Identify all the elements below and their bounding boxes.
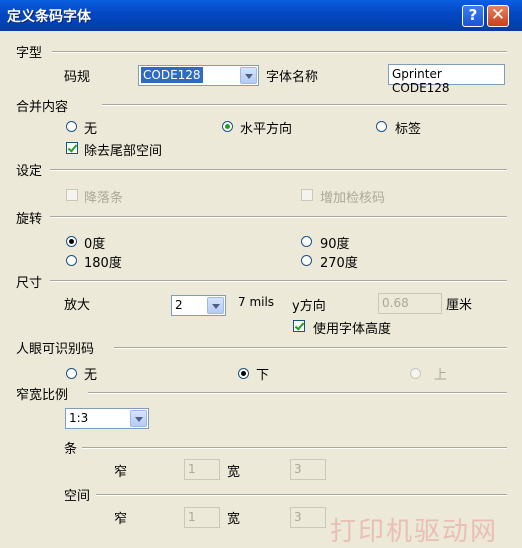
code-select-value: CODE128: [141, 67, 203, 83]
y-direction-field[interactable]: 0.68: [378, 293, 442, 314]
space-wide-field[interactable]: 3: [290, 507, 326, 528]
scale-select-value: 2: [175, 298, 183, 312]
code-label: 码规: [64, 70, 91, 85]
section-ratio-divider: [88, 392, 507, 394]
merge-horizontal-radio[interactable]: [222, 121, 233, 132]
ratio-select[interactable]: 1:3: [65, 408, 149, 429]
use-font-height-checkbox[interactable]: [293, 320, 305, 332]
drop-bar-checkbox[interactable]: [66, 189, 78, 201]
help-button[interactable]: ?: [462, 5, 484, 27]
rotation-0-label: 0度: [84, 237, 106, 252]
rotation-270-label: 270度: [320, 256, 358, 271]
merge-none-label: 无: [84, 122, 98, 137]
merge-label-radio[interactable]: [376, 121, 387, 132]
bar-label: 条: [64, 442, 78, 457]
trim-trailing-label: 除去尾部空间: [84, 144, 163, 159]
human-none-radio[interactable]: [66, 368, 77, 379]
space-narrow-field[interactable]: 1: [184, 507, 220, 528]
section-human-readable-divider: [114, 347, 507, 349]
window-title: 定义条码字体: [7, 9, 91, 25]
rotation-180-label: 180度: [84, 256, 122, 271]
section-merge-divider: [102, 104, 507, 106]
section-merge-label: 合并内容: [16, 100, 69, 115]
close-button[interactable]: ✕: [487, 5, 509, 27]
bar-divider: [82, 447, 507, 449]
section-type-divider: [52, 51, 507, 53]
title-bar: 定义条码字体 ? ✕: [0, 0, 522, 31]
y-direction-label: y方向: [292, 299, 326, 314]
rotation-180-radio[interactable]: [66, 255, 77, 266]
human-below-label: 下: [256, 368, 270, 383]
drop-bar-label: 降落条: [84, 191, 124, 206]
section-settings-divider: [50, 169, 507, 171]
mils-label: 7 mils: [238, 295, 275, 309]
chevron-down-icon[interactable]: [207, 297, 224, 314]
section-size-label: 尺寸: [16, 276, 43, 291]
unit-label: 厘米: [446, 298, 473, 313]
space-label: 空间: [64, 489, 91, 504]
space-divider: [96, 494, 507, 496]
human-none-label: 无: [84, 368, 98, 383]
space-narrow-label: 窄: [114, 512, 128, 527]
font-name-field[interactable]: Gprinter CODE128: [388, 64, 505, 95]
section-size-divider: [50, 280, 507, 282]
merge-horizontal-label: 水平方向: [240, 122, 293, 137]
space-wide-label: 宽: [227, 512, 241, 527]
chevron-down-icon[interactable]: [240, 67, 257, 84]
section-ratio-label: 窄宽比例: [16, 388, 69, 403]
section-type-label: 字型: [16, 46, 43, 61]
rotation-270-radio[interactable]: [301, 255, 312, 266]
add-check-digit-label: 增加检核码: [320, 191, 386, 206]
human-above-radio[interactable]: [410, 368, 421, 379]
chevron-down-icon[interactable]: [130, 410, 147, 427]
bar-wide-field[interactable]: 3: [290, 459, 326, 480]
rotation-90-radio[interactable]: [301, 236, 312, 247]
bar-wide-label: 宽: [227, 465, 241, 480]
ratio-select-value: 1:3: [69, 411, 89, 425]
add-check-digit-checkbox[interactable]: [301, 189, 313, 201]
code-select[interactable]: CODE128: [138, 65, 259, 86]
use-font-height-label: 使用字体高度: [313, 322, 392, 337]
section-rotation-divider: [50, 216, 507, 218]
trim-trailing-checkbox[interactable]: [66, 142, 78, 154]
rotation-90-label: 90度: [320, 237, 350, 252]
font-name-label: 字体名称: [266, 70, 319, 85]
section-human-readable-label: 人眼可识别码: [16, 342, 95, 357]
watermark: 打印机驱动网: [330, 517, 499, 547]
rotation-0-radio[interactable]: [66, 236, 77, 247]
human-above-label: 上: [434, 368, 448, 383]
scale-label: 放大: [64, 298, 91, 313]
section-rotation-label: 旋转: [16, 212, 43, 227]
bar-narrow-label: 窄: [114, 465, 128, 480]
scale-select[interactable]: 2: [171, 295, 226, 316]
merge-label-label: 标签: [395, 122, 422, 137]
human-below-radio[interactable]: [238, 368, 249, 379]
merge-none-radio[interactable]: [66, 121, 77, 132]
section-settings-label: 设定: [16, 164, 43, 179]
bar-narrow-field[interactable]: 1: [184, 459, 220, 480]
